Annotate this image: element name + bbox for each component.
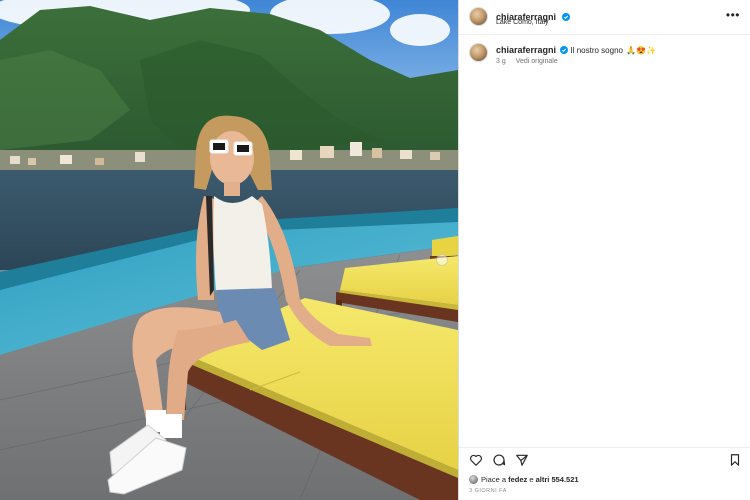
liker-avatar <box>469 475 478 484</box>
caption-username-link[interactable]: chiaraferragni <box>496 45 556 55</box>
more-options-button[interactable]: ••• <box>726 9 740 21</box>
post-photo[interactable] <box>0 0 458 500</box>
bookmark-icon[interactable] <box>728 453 742 467</box>
caption-text: Il nostro sogno <box>570 46 623 55</box>
verified-badge-icon <box>562 13 571 21</box>
comment-icon[interactable] <box>492 453 506 467</box>
see-original-link[interactable]: Vedi originale <box>516 58 558 65</box>
caption-emojis: 🙏😍✨ <box>626 46 657 55</box>
caption-meta: 3 g Vedi originale <box>496 58 558 65</box>
paper-plane-icon[interactable] <box>515 453 529 467</box>
post-side-panel: chiaraferragni Lake Como, Italy ••• chia… <box>458 0 750 500</box>
likes-count-link[interactable]: altri 554.521 <box>536 475 579 484</box>
caption-avatar[interactable] <box>469 43 488 62</box>
likes-connector: e <box>527 475 536 484</box>
likes-prefix: Piace a <box>481 475 509 484</box>
photo-scene <box>0 0 458 500</box>
caption-line: chiaraferragni Il nostro sogno 🙏😍✨ <box>496 45 656 55</box>
heart-icon[interactable] <box>469 453 483 467</box>
caption-age: 3 g <box>496 58 506 65</box>
location-link[interactable]: Lake Como, Italy <box>496 19 549 26</box>
action-bar <box>459 447 750 470</box>
post-date[interactable]: 3 GIORNI FA <box>469 488 507 494</box>
instagram-post: chiaraferragni Lake Como, Italy ••• chia… <box>0 0 750 500</box>
verified-badge-icon <box>560 46 569 54</box>
carousel-indicator[interactable] <box>436 254 448 266</box>
liker-username-link[interactable]: fedez <box>508 475 527 484</box>
post-header: chiaraferragni Lake Como, Italy ••• <box>459 0 750 35</box>
likes-summary[interactable]: Piace a fedez e altri 554.521 <box>469 475 579 484</box>
avatar[interactable] <box>469 7 488 26</box>
